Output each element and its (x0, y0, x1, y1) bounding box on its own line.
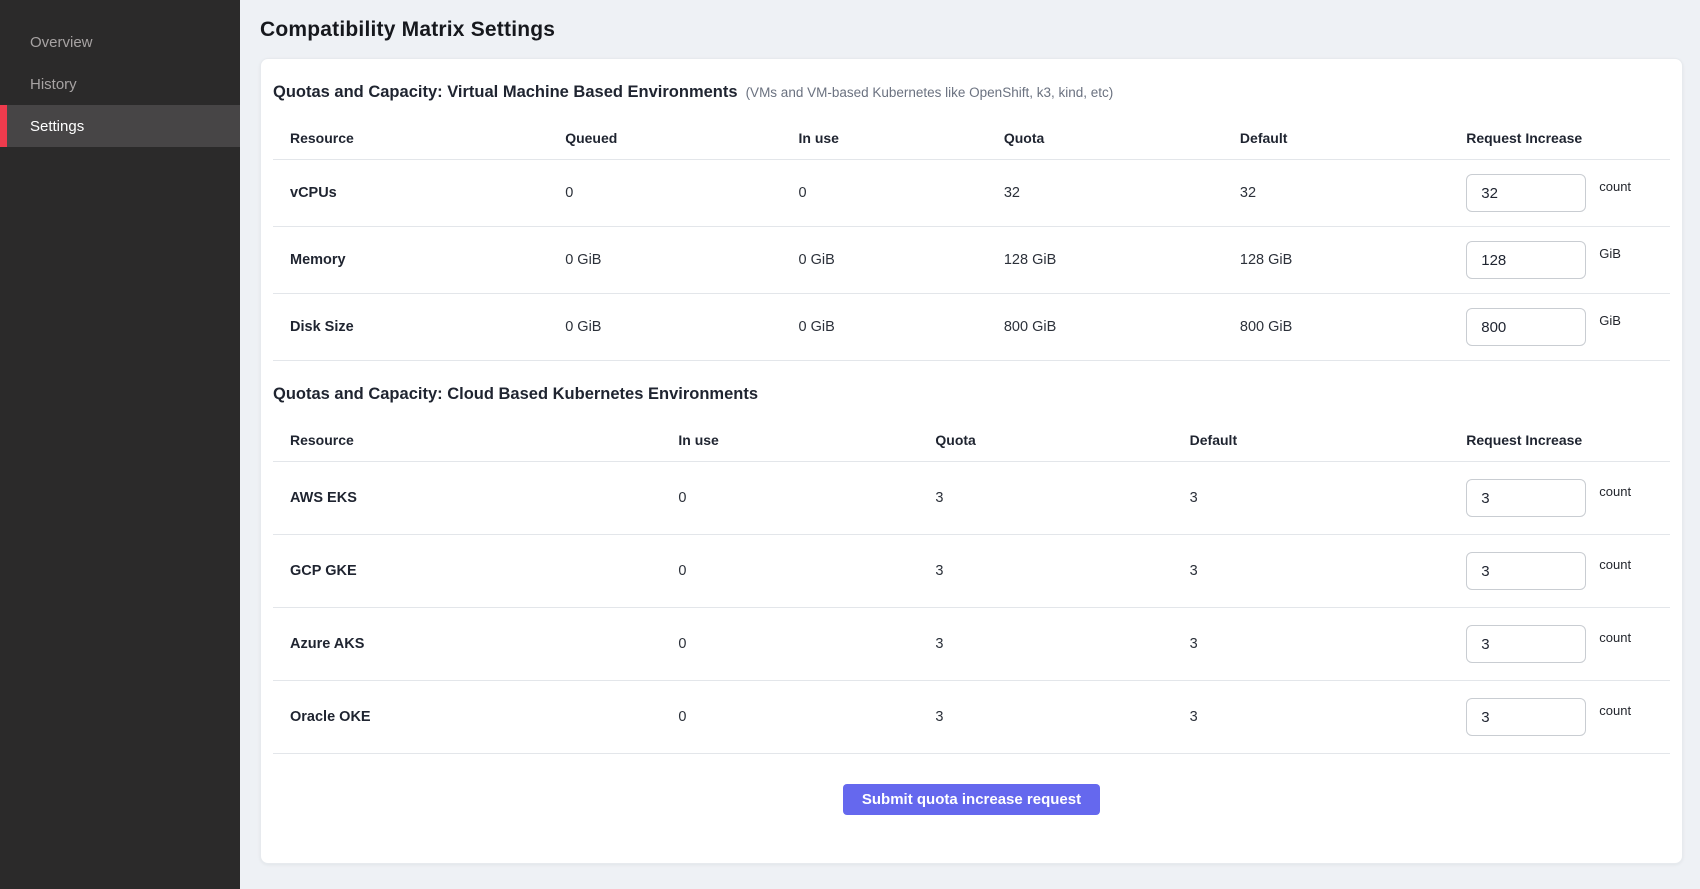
in-use-value: 0 GiB (782, 252, 987, 268)
unit-label: GiB (1599, 313, 1621, 328)
table-row-memory: Memory 0 GiB 0 GiB 128 GiB 128 GiB GiB (273, 227, 1670, 294)
oracle-oke-request-input[interactable] (1466, 698, 1586, 736)
quota-value: 128 GiB (987, 252, 1223, 268)
quota-value: 800 GiB (987, 319, 1223, 335)
default-value: 32 (1223, 185, 1449, 201)
quota-value: 3 (918, 636, 1172, 652)
column-header-request-increase: Request Increase (1449, 130, 1670, 146)
quota-value: 3 (918, 490, 1172, 506)
vcpus-request-input[interactable] (1466, 174, 1586, 212)
submit-quota-increase-button[interactable]: Submit quota increase request (843, 784, 1100, 815)
column-header-default: Default (1223, 130, 1449, 146)
request-increase-cell: GiB (1449, 241, 1670, 279)
table-row-aws-eks: AWS EKS 0 3 3 count (273, 462, 1670, 535)
in-use-value: 0 (661, 709, 918, 725)
sidebar-item-settings[interactable]: Settings (0, 105, 240, 147)
table-row-oracle-oke: Oracle OKE 0 3 3 count (273, 681, 1670, 754)
in-use-value: 0 (661, 490, 918, 506)
resource-label: AWS EKS (273, 490, 661, 506)
request-increase-cell: count (1449, 174, 1670, 212)
column-header-resource: Resource (273, 130, 548, 146)
quota-value: 3 (918, 709, 1172, 725)
vm-table-header: Resource Queued In use Quota Default Req… (273, 116, 1670, 160)
in-use-value: 0 (661, 563, 918, 579)
column-header-default: Default (1173, 432, 1450, 448)
main-content: Compatibility Matrix Settings Quotas and… (240, 0, 1700, 889)
table-row-disk-size: Disk Size 0 GiB 0 GiB 800 GiB 800 GiB Gi… (273, 294, 1670, 361)
table-row-azure-aks: Azure AKS 0 3 3 count (273, 608, 1670, 681)
request-increase-cell: count (1449, 479, 1670, 517)
unit-label: count (1599, 179, 1631, 194)
in-use-value: 0 (661, 636, 918, 652)
column-header-queued: Queued (548, 130, 781, 146)
default-value: 128 GiB (1223, 252, 1449, 268)
cloud-section-heading: Quotas and Capacity: Cloud Based Kuberne… (273, 385, 1670, 404)
resource-label: Memory (273, 252, 548, 268)
in-use-value: 0 (782, 185, 987, 201)
vm-section-title: Quotas and Capacity: Virtual Machine Bas… (273, 83, 738, 102)
default-value: 3 (1173, 636, 1450, 652)
disk-size-request-input[interactable] (1466, 308, 1586, 346)
vm-section-heading: Quotas and Capacity: Virtual Machine Bas… (273, 83, 1670, 102)
app-root: Overview History Settings Compatibility … (0, 0, 1700, 889)
resource-label: GCP GKE (273, 563, 661, 579)
resource-label: Disk Size (273, 319, 548, 335)
queued-value: 0 GiB (548, 319, 781, 335)
resource-label: Oracle OKE (273, 709, 661, 725)
request-increase-cell: GiB (1449, 308, 1670, 346)
sidebar: Overview History Settings (0, 0, 240, 889)
gcp-gke-request-input[interactable] (1466, 552, 1586, 590)
unit-label: count (1599, 703, 1631, 718)
unit-label: GiB (1599, 246, 1621, 261)
request-increase-cell: count (1449, 552, 1670, 590)
azure-aks-request-input[interactable] (1466, 625, 1586, 663)
column-header-in-use: In use (782, 130, 987, 146)
vm-section-subtitle: (VMs and VM-based Kubernetes like OpenSh… (746, 85, 1114, 100)
column-header-quota: Quota (987, 130, 1223, 146)
column-header-quota: Quota (918, 432, 1172, 448)
request-increase-cell: count (1449, 698, 1670, 736)
column-header-request-increase: Request Increase (1449, 432, 1670, 448)
unit-label: count (1599, 484, 1631, 499)
request-increase-cell: count (1449, 625, 1670, 663)
column-header-in-use: In use (661, 432, 918, 448)
default-value: 3 (1173, 563, 1450, 579)
default-value: 3 (1173, 709, 1450, 725)
resource-label: vCPUs (273, 185, 548, 201)
default-value: 800 GiB (1223, 319, 1449, 335)
resource-label: Azure AKS (273, 636, 661, 652)
card-footer: Submit quota increase request (273, 784, 1670, 815)
sidebar-item-overview[interactable]: Overview (0, 21, 240, 63)
in-use-value: 0 GiB (782, 319, 987, 335)
column-header-resource: Resource (273, 432, 661, 448)
table-row-vcpus: vCPUs 0 0 32 32 count (273, 160, 1670, 227)
unit-label: count (1599, 630, 1631, 645)
queued-value: 0 GiB (548, 252, 781, 268)
table-row-gcp-gke: GCP GKE 0 3 3 count (273, 535, 1670, 608)
quota-value: 3 (918, 563, 1172, 579)
sidebar-item-history[interactable]: History (0, 63, 240, 105)
cloud-section-title: Quotas and Capacity: Cloud Based Kuberne… (273, 385, 758, 404)
queued-value: 0 (548, 185, 781, 201)
cloud-table-header: Resource In use Quota Default Request In… (273, 418, 1670, 462)
page-title: Compatibility Matrix Settings (260, 18, 1683, 42)
default-value: 3 (1173, 490, 1450, 506)
aws-eks-request-input[interactable] (1466, 479, 1586, 517)
unit-label: count (1599, 557, 1631, 572)
quota-value: 32 (987, 185, 1223, 201)
quota-settings-card: Quotas and Capacity: Virtual Machine Bas… (260, 58, 1683, 864)
memory-request-input[interactable] (1466, 241, 1586, 279)
